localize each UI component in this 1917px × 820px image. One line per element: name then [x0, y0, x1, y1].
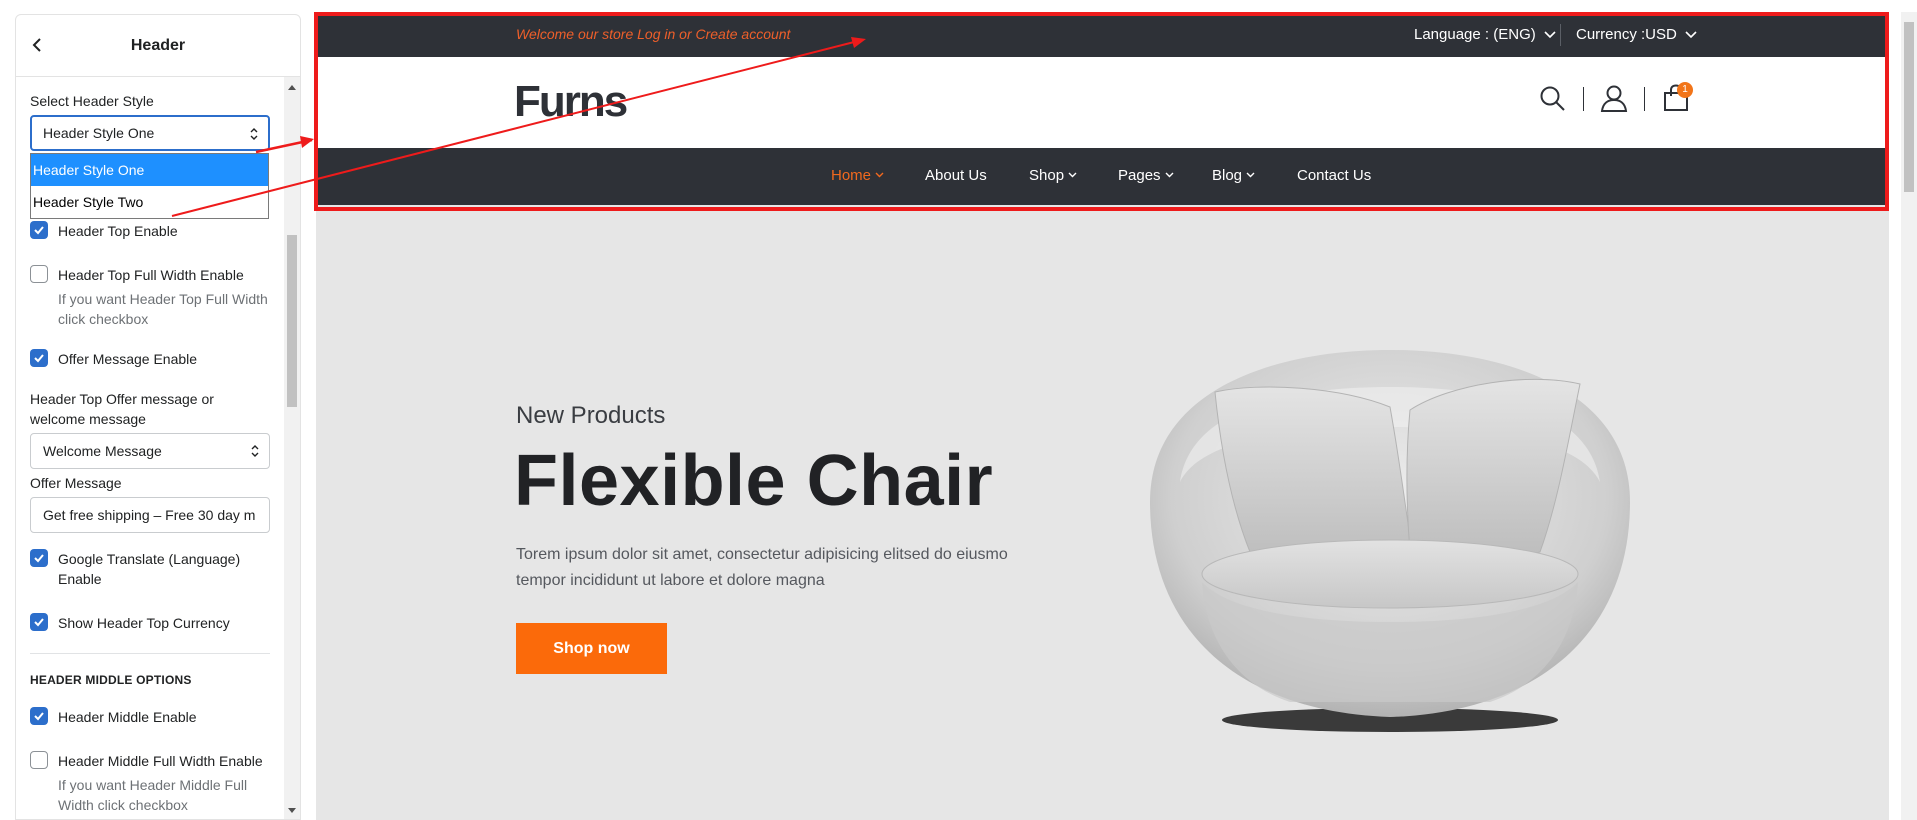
- settings-panel: Header Select Header Style Header Style …: [15, 14, 301, 820]
- nav-home-label: Home: [831, 167, 872, 184]
- page-scrollbar[interactable]: [1901, 12, 1917, 820]
- nav-contact-us[interactable]: Contact Us: [1297, 167, 1371, 184]
- header-middle-enable-label: Header Middle Enable: [58, 709, 197, 725]
- header-style-dropdown: Header Style One Header Style Two: [30, 153, 269, 219]
- show-header-top-currency-checkbox[interactable]: [30, 613, 48, 631]
- language-label: Language : (ENG): [1414, 26, 1536, 43]
- show-header-top-currency-label: Show Header Top Currency: [58, 615, 230, 631]
- header-top-bar: Welcome our store Log in or Create accou…: [316, 12, 1889, 57]
- currency-label: Currency :USD: [1576, 26, 1677, 43]
- panel-header: Header: [16, 15, 300, 77]
- hero-title: Flexible Chair: [514, 441, 994, 521]
- chevron-down-icon: [1165, 172, 1174, 178]
- offer-or-welcome-label: Header Top Offer message or welcome mess…: [30, 391, 214, 427]
- icon-separator: [1644, 87, 1645, 111]
- select-updown-icon: [251, 445, 259, 457]
- header-top-full-width-checkbox[interactable]: [30, 265, 48, 283]
- section-divider: [30, 653, 270, 654]
- select-header-style-label: Select Header Style: [30, 93, 154, 109]
- header-top-full-width-help: If you want Header Top Full Width click …: [58, 291, 268, 327]
- nav-pages[interactable]: Pages: [1118, 167, 1174, 184]
- page-scroll-thumb[interactable]: [1904, 22, 1914, 192]
- panel-scrollbar[interactable]: [284, 77, 300, 819]
- chair-product-image: [1150, 350, 1630, 732]
- google-translate-enable-label: Google Translate (Language) Enable: [58, 551, 241, 587]
- header-middle-full-width-label: Header Middle Full Width Enable: [58, 753, 263, 769]
- store-preview: Welcome our store Log in or Create accou…: [316, 12, 1889, 820]
- icon-separator: [1583, 87, 1584, 111]
- panel-scroll-thumb[interactable]: [287, 235, 297, 407]
- chevron-down-icon: [875, 172, 884, 178]
- offer-message-input[interactable]: Get free shipping – Free 30 day m: [30, 497, 270, 533]
- top-separator: [1560, 24, 1561, 46]
- cart-count-badge: 1: [1677, 82, 1693, 98]
- dropdown-option-style-one[interactable]: Header Style One: [31, 154, 268, 186]
- chevron-down-icon: [1246, 172, 1255, 178]
- header-top-enable-checkbox[interactable]: [30, 221, 48, 239]
- header-top-full-width-label: Header Top Full Width Enable: [58, 267, 244, 283]
- header-middle-enable-checkbox[interactable]: [30, 707, 48, 725]
- panel-title: Header: [130, 37, 186, 54]
- header-style-select[interactable]: Header Style One: [30, 115, 270, 151]
- scroll-up-icon[interactable]: [288, 85, 296, 90]
- select-updown-icon: [250, 128, 258, 140]
- offer-message-enable-label: Offer Message Enable: [58, 351, 198, 367]
- nav-pages-label: Pages: [1118, 167, 1161, 184]
- welcome-message[interactable]: Welcome our store Log in or Create accou…: [516, 26, 790, 42]
- language-selector[interactable]: Language : (ENG): [1414, 26, 1556, 43]
- nav-blog-label: Blog: [1212, 167, 1243, 184]
- header-middle-full-width-checkbox[interactable]: [30, 751, 48, 769]
- header-middle-options-heading: HEADER MIDDLE OPTIONS: [30, 673, 192, 687]
- header-middle: Furns 1: [316, 57, 1889, 148]
- nav-home[interactable]: Home: [831, 167, 884, 184]
- chevron-down-icon: [1068, 172, 1077, 178]
- scroll-down-icon[interactable]: [288, 808, 296, 813]
- chevron-down-icon: [1685, 31, 1697, 39]
- header-middle-full-width-help: If you want Header Middle Full Width cli…: [58, 777, 248, 813]
- nav-about-us[interactable]: About Us: [925, 167, 987, 184]
- hero-description: Torem ipsum dolor sit amet, consectetur …: [516, 546, 1008, 589]
- store-logo[interactable]: Furns: [514, 77, 628, 127]
- nav-shop[interactable]: Shop: [1029, 167, 1077, 184]
- header-top-enable-label: Header Top Enable: [58, 223, 178, 239]
- search-icon[interactable]: [1538, 84, 1566, 112]
- offer-or-welcome-select-value: Welcome Message: [43, 443, 162, 459]
- chevron-down-icon: [1544, 31, 1556, 39]
- header-style-select-value: Header Style One: [43, 125, 155, 141]
- nav-blog[interactable]: Blog: [1212, 167, 1255, 184]
- offer-or-welcome-select[interactable]: Welcome Message: [30, 433, 270, 469]
- user-icon[interactable]: [1600, 84, 1628, 112]
- hero-subtitle: New Products: [516, 402, 666, 429]
- currency-selector[interactable]: Currency :USD: [1576, 26, 1697, 43]
- google-translate-enable-checkbox[interactable]: [30, 549, 48, 567]
- panel-body: Select Header Style Header Style One Hea…: [16, 77, 284, 819]
- offer-message-label: Offer Message: [30, 475, 122, 491]
- main-navigation: Home About Us Shop Pages Blog Contact Us: [316, 148, 1889, 205]
- offer-message-enable-checkbox[interactable]: [30, 349, 48, 367]
- shop-now-button[interactable]: Shop now: [516, 623, 667, 674]
- dropdown-option-style-two[interactable]: Header Style Two: [31, 186, 268, 218]
- nav-shop-label: Shop: [1029, 167, 1065, 184]
